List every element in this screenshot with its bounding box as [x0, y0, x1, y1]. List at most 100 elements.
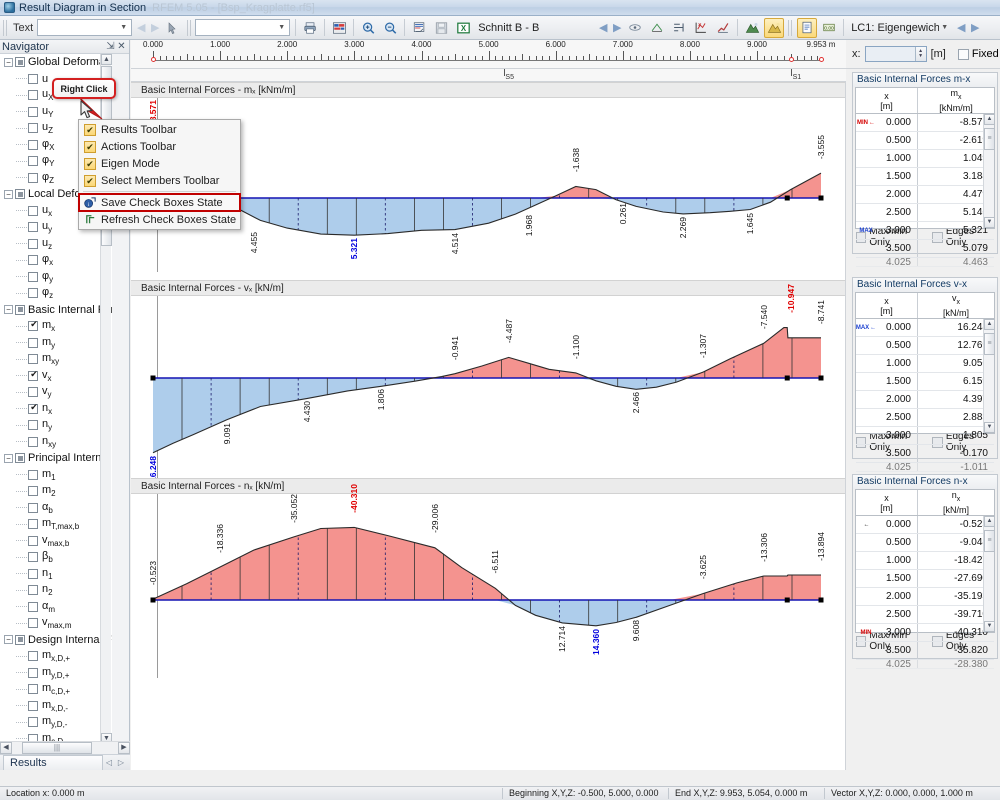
table-row[interactable]: 4.025 4.463	[856, 258, 994, 267]
item-checkbox[interactable]	[28, 387, 38, 398]
item-checkbox[interactable]	[28, 601, 38, 612]
navigator-item[interactable]: mxy	[0, 351, 112, 368]
item-checkbox[interactable]	[28, 288, 38, 299]
fixed-checkbox[interactable]	[957, 48, 969, 60]
item-checkbox[interactable]	[28, 717, 38, 728]
table-row[interactable]: 1.000 -18.427	[856, 552, 994, 570]
item-checkbox[interactable]	[28, 222, 38, 233]
loadcase-field[interactable]: LC1: Eigengewicht ▼	[847, 19, 952, 36]
navigator-item[interactable]: n2	[0, 582, 112, 599]
item-checkbox[interactable]	[28, 420, 38, 431]
item-checkbox[interactable]	[28, 700, 38, 711]
next-loadcase-button[interactable]: ▶	[968, 21, 982, 34]
scroll-up-icon[interactable]: ▲	[984, 114, 995, 125]
table-row[interactable]: 2.000 4.397	[856, 391, 994, 409]
navigator-hscrollbar[interactable]: ◀ ||| ▶	[0, 741, 130, 754]
navigator-item[interactable]: my,D,-	[0, 714, 112, 731]
navigator-item[interactable]: m1	[0, 467, 112, 484]
item-checkbox[interactable]	[28, 172, 38, 183]
trend-line-icon[interactable]	[713, 18, 733, 38]
prev-loadcase-button[interactable]: ◀	[954, 21, 968, 34]
group-checkbox[interactable]	[15, 304, 25, 315]
group-checkbox[interactable]	[15, 453, 25, 464]
item-checkbox[interactable]	[28, 436, 38, 447]
item-checkbox[interactable]	[28, 139, 38, 150]
item-checkbox[interactable]	[28, 469, 38, 480]
scroll-thumb[interactable]: ≡	[984, 128, 995, 150]
item-checkbox[interactable]	[28, 73, 38, 84]
render-mode-alt-icon[interactable]	[764, 17, 785, 38]
context-menu-item[interactable]: Refresh Check Boxes State	[79, 211, 240, 228]
fixed-checkbox-group[interactable]: Fixed	[957, 48, 999, 60]
scroll-thumb[interactable]: ≡	[984, 530, 995, 552]
next-section-button[interactable]: ▶	[610, 21, 624, 34]
item-checkbox[interactable]	[28, 337, 38, 348]
navigator-item[interactable]: n1	[0, 566, 112, 583]
navigator-item[interactable]: nx	[0, 401, 112, 418]
table-row[interactable]: 2.000 4.479	[856, 186, 994, 204]
table-row[interactable]: 2.500 -39.710	[856, 606, 994, 624]
horizontal-ruler[interactable]: 0.000 1.000 2.000 3.000 4.000 5.000 6.000 7.000…	[131, 40, 846, 69]
navigator-item[interactable]: vmax,b	[0, 533, 112, 550]
table-row[interactable]: 2.500 2.883	[856, 409, 994, 427]
scroll-down-icon[interactable]: ▼	[984, 422, 995, 433]
toolbar-grip-2[interactable]	[187, 19, 193, 36]
scroll-down-icon[interactable]: ▼	[984, 621, 995, 632]
ruler-end-marker[interactable]	[819, 57, 824, 62]
prev-section-button[interactable]: ◀	[596, 21, 610, 34]
context-menu-item[interactable]: ✔ Eigen Mode	[79, 155, 240, 172]
prev-text-button[interactable]: ◀	[134, 21, 148, 34]
context-menu-item[interactable]: ✔ Select Members Toolbar	[79, 172, 240, 189]
item-checkbox[interactable]	[28, 156, 38, 167]
item-checkbox[interactable]	[28, 354, 38, 365]
filter-combo[interactable]: ▼	[195, 19, 291, 36]
item-checkbox[interactable]	[28, 519, 38, 530]
expander-icon[interactable]: −	[4, 189, 13, 199]
item-checkbox[interactable]	[28, 369, 39, 381]
table-row[interactable]: 1.000 1.049	[856, 150, 994, 168]
table-scrollbar[interactable]: ▲ ≡ ▼	[983, 114, 995, 228]
spinner-icon[interactable]: ▲ ▼	[914, 47, 926, 61]
navigator-item[interactable]: vmax,m	[0, 615, 112, 632]
group-checkbox[interactable]	[15, 634, 25, 645]
render-mode-icon[interactable]	[742, 18, 762, 38]
scroll-up-icon[interactable]: ▲	[984, 319, 995, 330]
table-scrollbar[interactable]: ▲ ≡ ▼	[983, 516, 995, 632]
toolbar-grip[interactable]	[3, 19, 8, 36]
x-input[interactable]: ▲ ▼	[864, 46, 927, 62]
table-row[interactable]: 0.500 12.769	[856, 337, 994, 355]
diagram-colors-icon[interactable]	[329, 18, 349, 38]
navigator-item[interactable]: φy	[0, 269, 112, 286]
navigator-group-4[interactable]: − Design Internal Fo	[0, 632, 112, 649]
item-checkbox[interactable]	[28, 90, 38, 101]
expander-icon[interactable]: −	[4, 453, 13, 463]
navigator-item[interactable]: mx,D,-	[0, 698, 112, 715]
navigator-item[interactable]: m2	[0, 483, 112, 500]
item-checkbox[interactable]	[28, 402, 39, 414]
table-row[interactable]: 0.500 -2.619	[856, 132, 994, 150]
item-checkbox[interactable]	[28, 238, 38, 249]
save-icon[interactable]	[431, 18, 451, 38]
table-row[interactable]: 4.025 -28.380	[856, 660, 994, 669]
result-table-icon[interactable]	[797, 17, 818, 38]
navigator-item[interactable]: φx	[0, 252, 112, 269]
scale-values-icon[interactable]	[691, 18, 711, 38]
hscroll-thumb[interactable]: |||	[22, 742, 92, 754]
navigator-item[interactable]: mx	[0, 318, 112, 335]
zoom-in-icon[interactable]	[358, 18, 378, 38]
result-table-grid[interactable]: x [m] mx [kNm/m] MIN ← 0.000 -8.571 0.500 -2.619 1…	[855, 87, 995, 267]
result-table-grid[interactable]: x [m] vx [kN/m] MAX ← 0.000 16.248 0.500 12.769 1.…	[855, 292, 995, 472]
navigator-item[interactable]: mx,D,+	[0, 648, 112, 665]
item-checkbox[interactable]	[28, 486, 38, 497]
navigator-item[interactable]: βb	[0, 549, 112, 566]
context-menu-item[interactable]: ✔ Actions Toolbar	[79, 138, 240, 155]
navigator-item[interactable]: vx	[0, 368, 112, 385]
tab-next-icon[interactable]: ▷	[115, 758, 127, 767]
navigator-group-0[interactable]: − Global Deformatio	[0, 54, 112, 71]
table-row[interactable]: 3.500 -35.820	[856, 642, 994, 660]
pick-text-icon[interactable]	[163, 18, 183, 38]
navigator-item[interactable]: φz	[0, 285, 112, 302]
table-row[interactable]: 1.500 3.184	[856, 168, 994, 186]
navigator-item[interactable]: αb	[0, 500, 112, 517]
group-checkbox[interactable]	[15, 189, 25, 200]
